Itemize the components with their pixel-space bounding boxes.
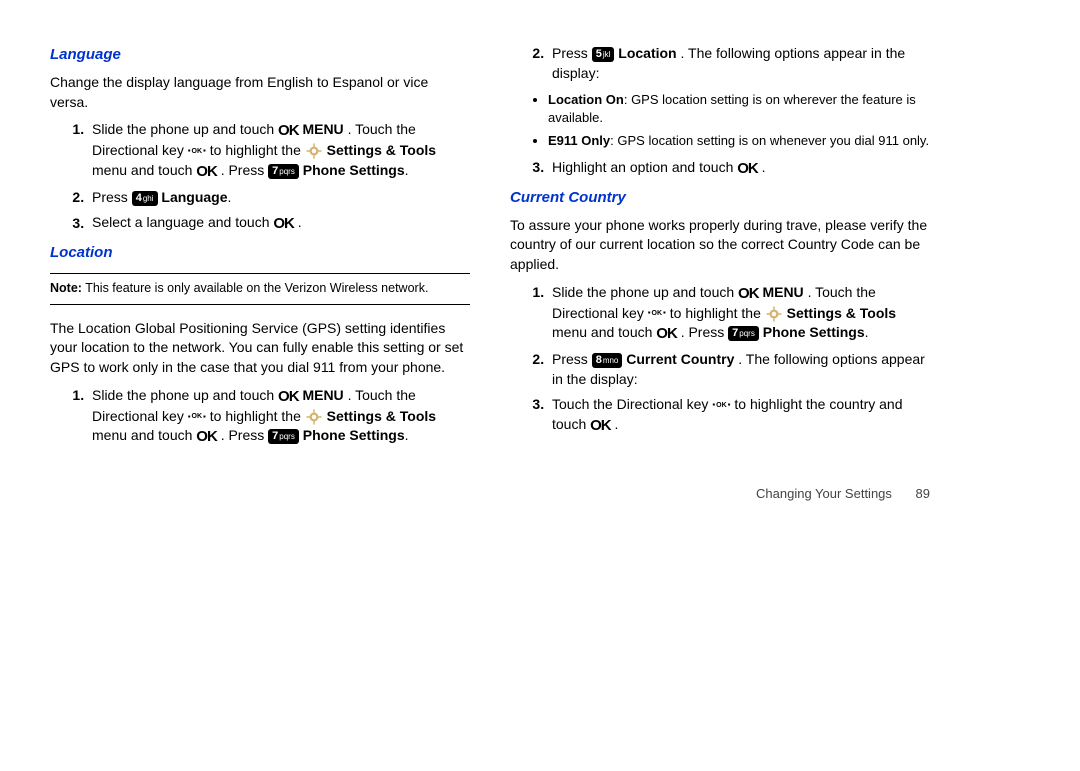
key-7-icon: 7pqrs: [268, 164, 299, 179]
ok-icon: OK: [196, 161, 217, 182]
country-steps: Slide the phone up and touch OK MENU . T…: [510, 283, 930, 436]
location-steps-left: Slide the phone up and touch OK MENU . T…: [50, 386, 470, 448]
two-column-layout: Language Change the display language fro…: [50, 40, 930, 455]
directional-key-icon: ▪OK▪: [188, 148, 206, 155]
location-steps-right: Press 5jkl Location . The following opti…: [510, 44, 930, 83]
footer-section: Changing Your Settings: [756, 486, 892, 501]
country-intro: To assure your phone works properly duri…: [510, 216, 930, 275]
country-step-3: Touch the Directional key ▪OK▪ to highli…: [548, 395, 930, 436]
key-7-icon: 7pqrs: [728, 326, 759, 341]
right-column: Press 5jkl Location . The following opti…: [510, 40, 930, 455]
ok-icon: OK: [737, 158, 758, 179]
gear-icon: [305, 408, 323, 426]
option-location-on: Location On: GPS location setting is on …: [548, 91, 930, 127]
country-step-1: Slide the phone up and touch OK MENU . T…: [548, 283, 930, 345]
ok-icon: OK: [590, 415, 611, 436]
left-column: Language Change the display language fro…: [50, 40, 470, 455]
location-options: Location On: GPS location setting is on …: [510, 91, 930, 150]
ok-icon: OK: [278, 386, 299, 407]
key-4-icon: 4ghi: [132, 191, 158, 206]
page-number: 89: [916, 486, 930, 501]
location-step-3: Highlight an option and touch OK .: [548, 158, 930, 179]
heading-current-country: Current Country: [510, 187, 930, 208]
option-e911-only: E911 Only: GPS location setting is on wh…: [548, 132, 930, 150]
ok-icon: OK: [196, 426, 217, 447]
ok-icon: OK: [278, 120, 299, 141]
language-intro: Change the display language from English…: [50, 73, 470, 112]
ok-icon: OK: [656, 323, 677, 344]
language-step-3: Select a language and touch OK .: [88, 213, 470, 234]
directional-key-icon: ▪OK▪: [712, 402, 730, 409]
language-step-2: Press 4ghi Language.: [88, 188, 470, 208]
country-step-2: Press 8mno Current Country . The followi…: [548, 350, 930, 389]
ok-icon: OK: [273, 213, 294, 234]
directional-key-icon: ▪OK▪: [648, 310, 666, 317]
location-step-2: Press 5jkl Location . The following opti…: [548, 44, 930, 83]
location-steps-right-2: Highlight an option and touch OK .: [510, 158, 930, 179]
location-intro: The Location Global Positioning Service …: [50, 319, 470, 378]
language-steps: Slide the phone up and touch OK MENU . T…: [50, 120, 470, 234]
key-5-icon: 5jkl: [592, 47, 615, 62]
heading-location: Location: [50, 242, 470, 263]
key-8-icon: 8mno: [592, 353, 623, 368]
key-7-icon: 7pqrs: [268, 429, 299, 444]
gear-icon: [305, 142, 323, 160]
language-step-1: Slide the phone up and touch OK MENU . T…: [88, 120, 470, 182]
gear-icon: [765, 305, 783, 323]
page-footer: Changing Your Settings 89: [50, 485, 930, 503]
note-box: Note: This feature is only available on …: [50, 273, 470, 305]
directional-key-icon: ▪OK▪: [188, 413, 206, 420]
ok-icon: OK: [738, 283, 759, 304]
heading-language: Language: [50, 44, 470, 65]
location-step-1: Slide the phone up and touch OK MENU . T…: [88, 386, 470, 448]
